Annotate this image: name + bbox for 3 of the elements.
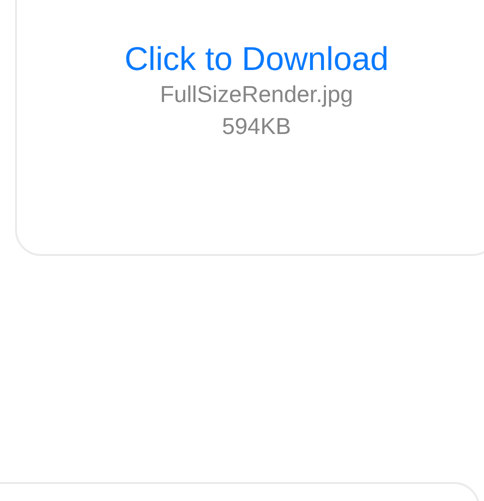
file-size: 594KB <box>222 112 292 141</box>
download-link[interactable]: Click to Download <box>124 40 389 78</box>
file-name: FullSizeRender.jpg <box>160 80 354 109</box>
